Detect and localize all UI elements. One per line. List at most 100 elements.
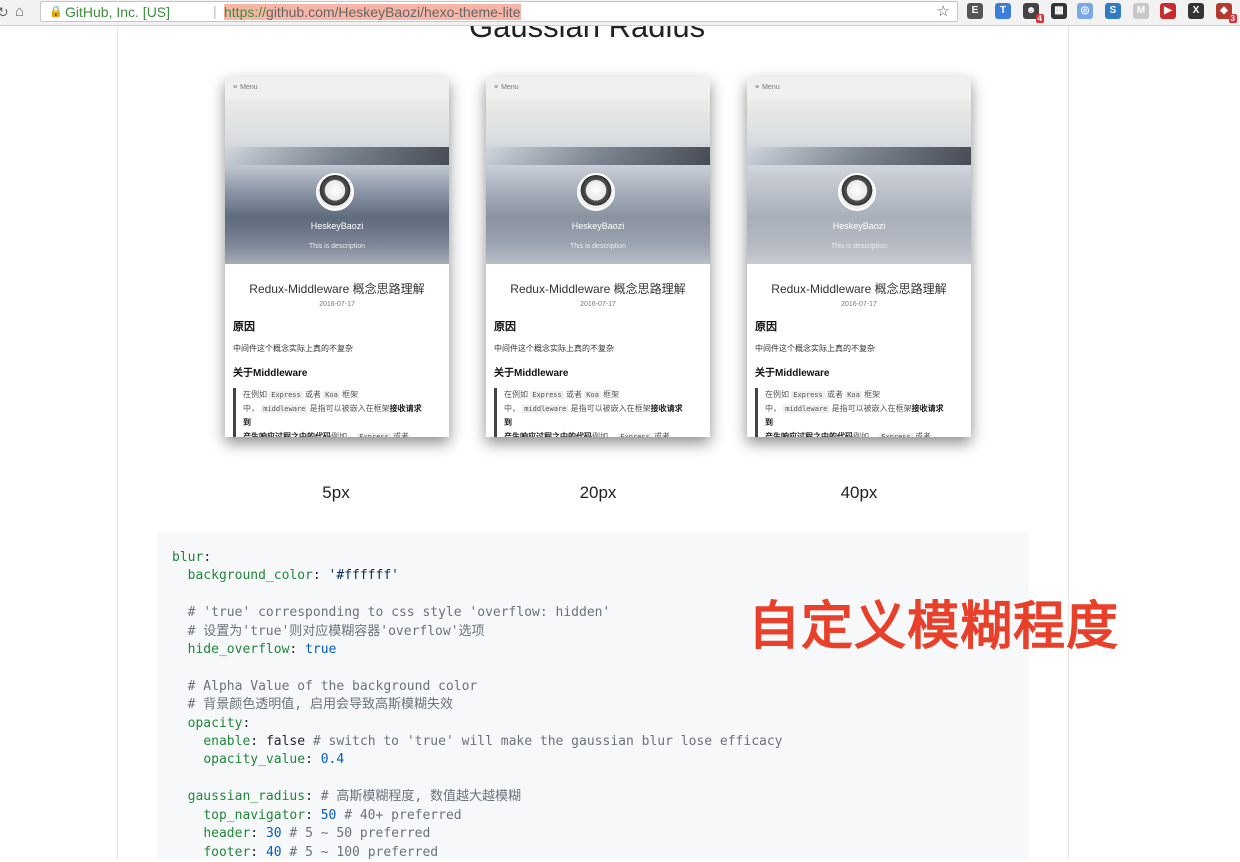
quote-text: 例如， [592,432,616,437]
code-comment: # switch to 'true' will make the gaussia… [312,734,783,750]
quote-text: 或者 [653,432,670,437]
quote-bold: 接收请求 [650,404,683,413]
code-literal: false [265,734,306,750]
address-separator: | [213,3,217,19]
code-literal: true [305,642,337,658]
card-menubar: ≡ Menu [486,77,710,99]
card-caption: 5px [322,483,350,502]
translate-icon[interactable]: T [995,3,1011,19]
inline-code: middleware [522,405,569,413]
post-date: 2016-07-17 [841,301,877,308]
quote-text: 框架 [864,390,881,399]
avatar [316,173,354,211]
home-icon[interactable]: ⌂ [15,3,24,21]
post-blockquote: 在例如 Express 或者 Koa 框架 中， middleware 是指可以被… [494,388,702,437]
overlay-annotation: 自定义模糊程度 [748,598,1120,656]
header-silhouette [225,147,449,165]
menu-label: Menu [501,84,519,91]
card-header: HeskeyBaozi This is description [747,99,971,264]
url-text[interactable]: https://github.com/HeskeyBaozi/hexo-them… [224,4,521,20]
menu-icon: ≡ [494,84,499,91]
code-string: '#ffffff' [328,568,399,584]
post-heading: 原因 [755,321,777,333]
card-body: Redux-Middleware 概念思路理解 2016-07-17 原因 中间件这个… [486,264,710,437]
youtube-icon[interactable]: ▶ [1160,3,1176,19]
inline-code: Koa [845,391,862,399]
site-identity[interactable]: GitHub, Inc. [US] [65,4,170,20]
quote-text: 框架 [342,390,359,399]
quote-text: 中， [765,404,781,413]
quote-bold: 接收请求 [389,404,422,413]
menu-icon: ≡ [233,84,238,91]
preview-card: ≡ Menu HeskeyBaozi This is description Redux… [225,77,449,437]
yaml-code: blur: background_color: '#ffffff' # 'tru… [172,550,783,860]
qr-code-icon[interactable]: ▦ [1051,3,1067,19]
post-title: Redux-Middleware 概念思路理解 [771,282,947,296]
quote-text: 是指可以被嵌入在框架 [309,404,390,413]
extension-4-icon[interactable]: ☻ 4 [1023,3,1044,23]
code-comment: # 5 ~ 50 preferred [289,826,431,842]
card-header: HeskeyBaozi This is description [225,99,449,264]
preview-card: ≡ Menu HeskeyBaozi This is description Redux… [747,77,971,437]
extension-badge: 3 [1228,14,1237,23]
card-body: Redux-Middleware 概念思路理解 2016-07-17 原因中间件这个… [747,264,971,437]
inline-code: middleware [261,405,308,413]
post-paragraph: 中间件这个概念实际上真的不复杂 [233,344,353,353]
post-date: 2016-07-17 [319,301,355,308]
address-bar[interactable]: 🔒 GitHub, Inc. [US] | https://github.com… [40,1,958,22]
post-paragraph: 中间件这个概念实际上真的不复杂 [755,344,875,353]
quote-bold: 产生响应过程之中的代码 [765,432,853,437]
menu-label: Menu [762,84,780,91]
inline-code: Express [618,433,652,437]
code-key: top_navigator [203,807,306,823]
url-scheme: https:// [224,4,267,20]
code-comment: # 5 ~ 100 preferred [289,844,439,860]
card-username: HeskeyBaozi [571,221,625,231]
code-key: opacity_value [203,752,306,768]
quote-text: 或者 [826,390,843,399]
code-comment: # 40+ preferred [344,807,462,823]
inline-code: Express [791,391,825,399]
evernote-icon[interactable]: E [967,3,983,19]
s-icon[interactable]: S [1105,3,1121,19]
card-caption: 20px [579,483,617,502]
inline-code: Express [530,391,564,399]
header-silhouette [486,147,710,165]
quote-text: 在例如 [243,390,267,399]
code-key: background_color [187,568,313,584]
lock-icon: 🔒 [49,6,63,18]
menu-icon: ≡ [755,84,760,91]
post-title: Redux-Middleware 概念思路理解 [249,282,425,296]
post-subheading: 关于Middleware [233,368,308,379]
code-literal: 30 [265,826,282,842]
code-comment: # 高斯模糊程度, 数值越大越模糊 [320,789,522,805]
shield-icon[interactable]: ◆ 3 [1216,3,1237,23]
code-literal: 50 [320,807,337,823]
card-menubar: ≡ Menu [225,77,449,99]
x-icon[interactable]: X [1188,3,1204,19]
quote-text: 是指可以被嵌入在框架 [831,404,912,413]
card-header: HeskeyBaozi This is description [486,99,710,264]
avatar [577,173,615,211]
back-partial-icon[interactable]: ↻ [0,3,9,21]
quote-bold: 到 [504,418,512,427]
card-description: This is description [308,243,366,250]
m-icon[interactable]: M [1133,3,1149,19]
card-description: This is description [830,243,888,250]
bookmark-star-icon[interactable]: ☆ [937,2,950,20]
card-menubar: ≡ Menu [747,77,971,99]
quote-text: 或者 [565,390,582,399]
post-paragraph: 中间件这个概念实际上真的不复杂 [494,344,614,353]
header-silhouette [747,147,971,165]
quote-text: 中， [243,404,259,413]
inline-code: Express [879,433,913,437]
post-blockquote: 在例如 Express 或者 Koa 框架 中， middleware 是指可以被… [233,388,441,437]
avatar [838,173,876,211]
quote-text: 或者 [914,432,931,437]
quote-bold: 到 [243,418,251,427]
quote-text: 例如， [853,432,877,437]
code-literal: 0.4 [320,752,345,768]
safari-ext-icon[interactable]: ◎ [1077,3,1093,19]
inline-code: Express [269,391,303,399]
card-caption: 40px [840,483,878,502]
